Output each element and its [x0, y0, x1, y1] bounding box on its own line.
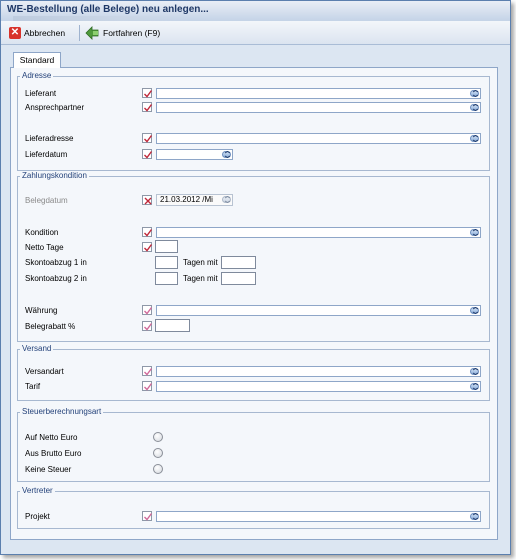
group-versand: Versand Versandart Tarif [17, 344, 490, 401]
tab-content: Adresse Lieferant Ansprechpartner Liefer… [10, 67, 498, 540]
required-check-lieferant[interactable] [142, 88, 153, 98]
label-projekt: Projekt [25, 512, 50, 521]
label-waehrung: Währung [25, 306, 58, 315]
toolbar-separator [79, 25, 80, 41]
chevron-down-icon[interactable] [470, 90, 479, 98]
label-lieferant: Lieferant [25, 89, 57, 98]
skonto2-days-input[interactable] [155, 272, 178, 285]
chevron-down-icon[interactable] [470, 368, 479, 376]
tab-standard[interactable]: Standard [13, 52, 61, 68]
lieferadresse-combo[interactable] [156, 133, 481, 144]
window-title: WE-Bestellung (alle Belege) neu anlegen.… [7, 4, 209, 15]
disabled-check-belegdatum [142, 195, 152, 205]
required-check-belegrabatt[interactable] [142, 321, 153, 331]
label-keine-steuer: Keine Steuer [25, 465, 72, 474]
group-title-adresse: Adresse [20, 71, 54, 80]
belegdatum-combo: 21.03.2012 /Mi [156, 194, 233, 206]
group-title-versand: Versand [20, 344, 54, 353]
continue-label: Fortfahren (F9) [103, 28, 161, 38]
group-vertreter: Vertreter Projekt [17, 486, 490, 529]
chevron-down-icon[interactable] [470, 383, 479, 391]
group-steuer: Steuerberechnungsart Auf Netto Euro Aus … [17, 407, 490, 482]
required-check-netto-tage[interactable] [142, 242, 153, 252]
required-check-waehrung[interactable] [142, 305, 153, 315]
radio-aus-brutto[interactable] [153, 448, 163, 458]
skonto1-days-input[interactable] [155, 256, 178, 269]
chevron-down-icon[interactable] [470, 229, 479, 237]
continue-button[interactable]: Fortfahren (F9) [82, 24, 163, 42]
label-versandart: Versandart [25, 367, 64, 376]
label-aus-brutto: Aus Brutto Euro [25, 449, 82, 458]
chevron-down-icon[interactable] [470, 307, 479, 315]
required-check-ansprechpartner[interactable] [142, 102, 153, 112]
continue-icon [85, 26, 100, 40]
belegdatum-value: 21.03.2012 /Mi [160, 195, 213, 204]
chevron-down-icon [222, 196, 231, 204]
required-check-lieferdatum[interactable] [142, 149, 153, 159]
kondition-combo[interactable] [156, 227, 481, 238]
label-skonto2: Skontoabzug 2 in [25, 274, 87, 283]
label-skonto1: Skontoabzug 1 in [25, 258, 87, 267]
label-tagen-mit-1: Tagen mit [183, 258, 218, 267]
required-check-lieferadresse[interactable] [142, 133, 153, 143]
required-check-projekt[interactable] [142, 511, 153, 521]
label-netto-tage: Netto Tage [25, 243, 64, 252]
versandart-combo[interactable] [156, 366, 481, 377]
group-adresse: Adresse Lieferant Ansprechpartner Liefer… [17, 71, 490, 171]
cancel-button[interactable]: ✕ Abbrechen [6, 24, 68, 42]
label-lieferdatum: Lieferdatum [25, 150, 68, 159]
belegrabatt-input[interactable] [155, 319, 190, 332]
close-icon: ✕ [9, 27, 21, 39]
chevron-down-icon[interactable] [470, 135, 479, 143]
radio-auf-netto[interactable] [153, 432, 163, 442]
group-title-steuer: Steuerberechnungsart [20, 407, 104, 416]
lieferant-combo[interactable] [156, 88, 481, 99]
chevron-down-icon[interactable] [470, 104, 479, 112]
group-title-vertreter: Vertreter [20, 486, 55, 495]
group-zahlungskondition: Zahlungskondition Belegdatum 21.03.2012 … [17, 171, 490, 342]
label-lieferadresse: Lieferadresse [25, 134, 74, 143]
tarif-combo[interactable] [156, 381, 481, 392]
ansprechpartner-combo[interactable] [156, 102, 481, 113]
label-tagen-mit-2: Tagen mit [183, 274, 218, 283]
lieferdatum-combo[interactable] [156, 149, 233, 160]
label-auf-netto: Auf Netto Euro [25, 433, 78, 442]
chevron-down-icon[interactable] [470, 513, 479, 521]
skonto2-percent-input[interactable] [221, 272, 256, 285]
label-belegdatum: Belegdatum [25, 196, 68, 205]
cancel-label: Abbrechen [24, 28, 66, 38]
required-check-tarif[interactable] [142, 381, 153, 391]
required-check-kondition[interactable] [142, 227, 153, 237]
skonto1-percent-input[interactable] [221, 256, 256, 269]
waehrung-combo[interactable] [156, 305, 481, 316]
toolbar: ✕ Abbrechen Fortfahren (F9) [1, 21, 510, 45]
netto-tage-input[interactable] [155, 240, 178, 253]
required-check-versandart[interactable] [142, 366, 153, 376]
label-kondition: Kondition [25, 228, 59, 237]
dialog-window: WE-Bestellung (alle Belege) neu anlegen.… [0, 0, 511, 555]
radio-keine-steuer[interactable] [153, 464, 163, 474]
title-bar[interactable]: WE-Bestellung (alle Belege) neu anlegen.… [1, 1, 510, 21]
label-ansprechpartner: Ansprechpartner [25, 103, 85, 112]
label-tarif: Tarif [25, 382, 41, 391]
chevron-down-icon[interactable] [222, 151, 231, 159]
group-title-zahlung: Zahlungskondition [20, 171, 89, 180]
label-belegrabatt: Belegrabatt % [25, 322, 76, 331]
projekt-combo[interactable] [156, 511, 481, 522]
